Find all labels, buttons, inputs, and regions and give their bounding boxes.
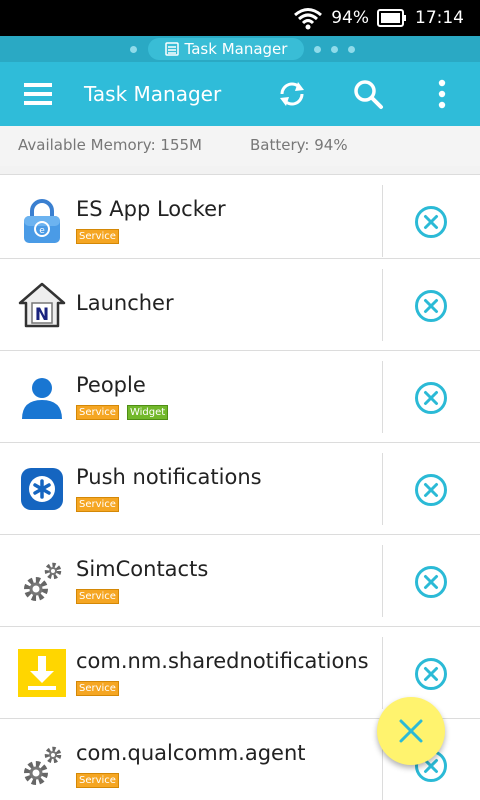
row-divider — [382, 269, 383, 341]
row-divider — [382, 361, 383, 433]
task-row[interactable]: SimContacts Service — [0, 534, 480, 627]
gears-icon — [24, 562, 62, 601]
page-title: Task Manager — [84, 82, 222, 106]
widget-badge: Widget — [126, 405, 169, 420]
clock: 17:14 — [415, 8, 464, 28]
close-circle-icon[interactable] — [414, 657, 448, 691]
service-badge: Service — [76, 229, 119, 244]
battery-percent: 94% — [331, 8, 369, 28]
row-divider — [382, 185, 383, 257]
svg-text:e: e — [39, 226, 45, 236]
launcher-n-icon: N — [18, 282, 66, 328]
badge-group: Service — [76, 589, 119, 604]
list-icon — [164, 42, 179, 56]
battery-info: Battery: 94% — [250, 136, 348, 154]
tab-label: Task Manager — [184, 40, 288, 58]
person-icon — [22, 378, 62, 419]
download-icon — [18, 649, 66, 697]
kill-all-button[interactable] — [377, 697, 445, 765]
service-badge: Service — [76, 773, 119, 788]
row-divider — [382, 453, 383, 525]
badge-group: Service — [76, 497, 119, 512]
badge-group: Service Widget — [76, 405, 169, 420]
badge-group: Service — [76, 773, 119, 788]
task-name: com.qualcomm.agent — [76, 741, 306, 765]
tab-dot — [130, 46, 137, 53]
task-name: ES App Locker — [76, 197, 226, 221]
available-memory: Available Memory: 155M — [18, 136, 202, 154]
close-circle-icon[interactable] — [414, 473, 448, 507]
toolbar: Task Manager — [0, 62, 480, 126]
task-name: Push notifications — [76, 465, 262, 489]
row-divider — [382, 637, 383, 709]
asterisk-icon — [21, 468, 63, 510]
task-row[interactable]: e ES App Locker Service — [0, 174, 480, 267]
svg-text:N: N — [35, 305, 49, 325]
close-circle-icon[interactable] — [414, 565, 448, 599]
service-badge: Service — [76, 681, 119, 696]
search-icon[interactable] — [352, 78, 384, 110]
tab-dot — [331, 46, 338, 53]
close-circle-icon[interactable] — [414, 289, 448, 323]
wifi-icon — [294, 8, 323, 30]
task-row[interactable]: N Launcher — [0, 258, 480, 351]
lock-app-icon: e — [24, 199, 60, 243]
task-name: com.nm.sharednotifications — [76, 649, 369, 673]
service-badge: Service — [76, 497, 119, 512]
task-name: People — [76, 373, 146, 397]
tab-task-manager[interactable]: Task Manager — [148, 38, 304, 60]
close-circle-icon[interactable] — [414, 381, 448, 415]
task-name: SimContacts — [76, 557, 209, 581]
tab-strip: Task Manager — [0, 36, 480, 62]
task-row[interactable]: Push notifications Service — [0, 442, 480, 535]
refresh-icon[interactable] — [276, 78, 308, 110]
service-badge: Service — [76, 589, 119, 604]
status-bar: 94% 17:14 — [0, 0, 480, 36]
info-bar: Available Memory: 155M Battery: 94% — [0, 126, 480, 166]
tab-dot — [314, 46, 321, 53]
menu-icon[interactable] — [24, 82, 52, 106]
gears-icon — [24, 746, 62, 785]
close-circle-icon[interactable] — [414, 205, 448, 239]
more-vert-icon[interactable] — [434, 78, 450, 110]
badge-group: Service — [76, 229, 119, 244]
row-divider — [382, 545, 383, 617]
service-badge: Service — [76, 405, 119, 420]
badge-group: Service — [76, 681, 119, 696]
task-name: Launcher — [76, 291, 174, 315]
task-row[interactable]: People Service Widget — [0, 350, 480, 443]
tab-dot — [348, 46, 355, 53]
battery-icon — [377, 9, 406, 27]
close-icon — [399, 719, 423, 743]
